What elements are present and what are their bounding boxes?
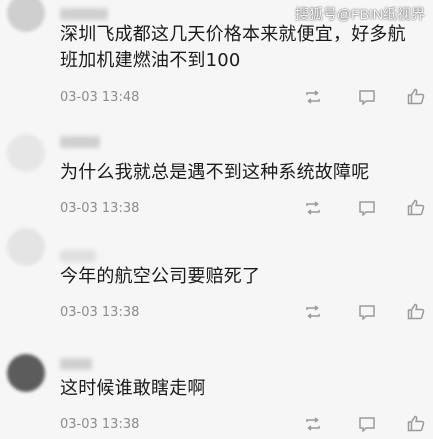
username[interactable] (60, 358, 92, 370)
comment-icon[interactable] (358, 89, 376, 105)
share-icon[interactable] (304, 416, 322, 432)
comment-item: 今年的航空公司要赔死了 03-03 13:38 (0, 220, 433, 332)
comment-time: 03-03 13:38 (60, 305, 140, 320)
avatar[interactable] (7, 354, 45, 392)
comment-text: 为什么我就总是遇不到这种系统故障呢 (60, 162, 370, 183)
comment-item: 这时候谁敢瞎走啊 03-03 13:38 (0, 332, 433, 439)
comment-time: 03-03 13:38 (60, 201, 140, 216)
comment-item: 为什么我就总是遇不到这种系统故障呢 03-03 13:38 (0, 112, 433, 220)
avatar[interactable] (7, 228, 45, 266)
thumbs-up-icon[interactable] (407, 303, 425, 320)
comment-icon[interactable] (358, 416, 376, 432)
thumbs-up-icon[interactable] (407, 199, 425, 216)
comment-icon[interactable] (358, 200, 376, 216)
username[interactable] (60, 250, 96, 262)
share-icon[interactable] (304, 89, 322, 105)
username[interactable] (60, 136, 100, 148)
comment-text: 今年的航空公司要赔死了 (60, 266, 261, 287)
comment-icon[interactable] (358, 304, 376, 320)
avatar[interactable] (7, 0, 45, 32)
comment-text: 这时候谁敢瞎走啊 (60, 378, 206, 399)
comment-time: 03-03 13:48 (60, 90, 140, 105)
comment-text: 深圳飞成都这几天价格本来就便宜，好多航班加机建燃油不到100 (60, 24, 406, 71)
username[interactable] (60, 8, 108, 20)
comment-time: 03-03 13:38 (60, 417, 140, 432)
avatar[interactable] (7, 134, 45, 172)
thumbs-up-icon[interactable] (407, 88, 425, 105)
share-icon[interactable] (304, 200, 322, 216)
comment-item: 深圳飞成都这几天价格本来就便宜，好多航班加机建燃油不到100 03-03 13:… (0, 0, 433, 112)
share-icon[interactable] (304, 304, 322, 320)
thumbs-up-icon[interactable] (407, 415, 425, 432)
